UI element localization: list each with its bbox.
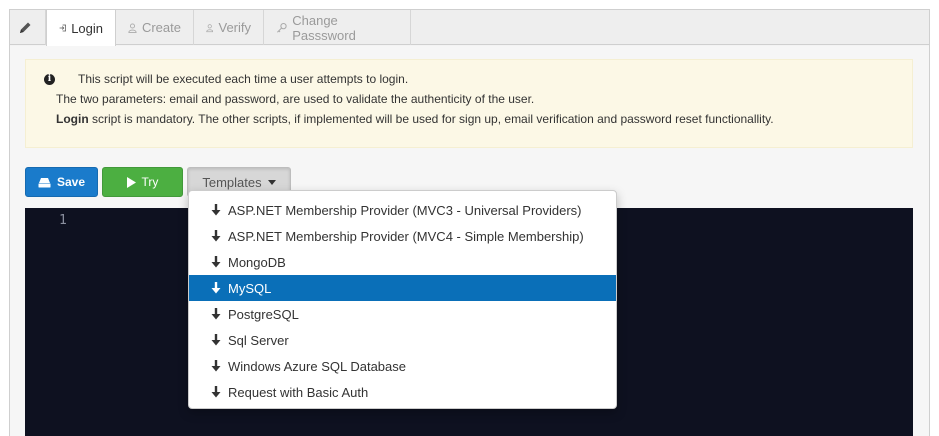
download-arrow-icon (211, 308, 221, 320)
notice-line-1: This script will be executed each time a… (78, 72, 409, 86)
menu-item-aspnet-mvc4[interactable]: ASP.NET Membership Provider (MVC4 - Simp… (189, 223, 616, 249)
tab-login-label: Login (71, 20, 103, 36)
play-icon (126, 176, 136, 188)
menu-item-label: MongoDB (228, 254, 286, 270)
menu-item-label: MySQL (228, 280, 272, 296)
tab-login[interactable]: Login (46, 10, 116, 46)
menu-item-label: Windows Azure SQL Database (228, 358, 406, 374)
menu-item-azure-sql[interactable]: Windows Azure SQL Database (189, 353, 616, 379)
tab-change-password[interactable]: Change Passsword (264, 10, 411, 45)
notice-line-3: Login script is mandatory. The other scr… (56, 109, 912, 129)
menu-item-aspnet-mvc3[interactable]: ASP.NET Membership Provider (MVC3 - Univ… (189, 197, 616, 223)
try-button[interactable]: Try (102, 167, 183, 197)
tab-change-password-label: Change Passsword (292, 12, 356, 43)
notice-login-bold: Login (56, 112, 89, 126)
save-button[interactable]: Save (25, 167, 98, 197)
key-icon (277, 22, 287, 33)
pencil-icon (19, 22, 30, 33)
tab-bar: Login Create Verify Change Passsword (10, 10, 929, 46)
download-arrow-icon (211, 386, 221, 398)
tab-verify-label: Verify (218, 20, 251, 35)
download-arrow-icon (211, 230, 221, 242)
menu-item-label: Request with Basic Auth (228, 384, 369, 400)
download-arrow-icon (211, 282, 221, 294)
menu-item-label: Sql Server (228, 332, 289, 348)
save-icon (38, 177, 51, 187)
download-arrow-icon (211, 256, 221, 268)
save-label: Save (56, 175, 86, 189)
info-icon: i (44, 74, 55, 85)
tab-create[interactable]: Create (116, 10, 194, 45)
menu-item-mongodb[interactable]: MongoDB (189, 249, 616, 275)
menu-item-postgresql[interactable]: PostgreSQL (189, 301, 616, 327)
menu-item-sql-server[interactable]: Sql Server (189, 327, 616, 353)
menu-item-label: PostgreSQL (228, 306, 299, 322)
download-arrow-icon (211, 360, 221, 372)
caret-down-icon (267, 179, 276, 185)
menu-item-mysql[interactable]: MySQL (189, 275, 616, 301)
download-arrow-icon (211, 334, 221, 346)
tab-verify[interactable]: Verify (194, 10, 264, 45)
notice-line-2: The two parameters: email and password, … (56, 92, 535, 106)
try-label: Try (141, 175, 159, 189)
tab-create-label: Create (141, 20, 181, 35)
tab-edit[interactable] (10, 10, 46, 45)
templates-menu: ASP.NET Membership Provider (MVC3 - Univ… (188, 190, 617, 409)
menu-item-basic-auth[interactable]: Request with Basic Auth (189, 379, 616, 405)
login-icon (59, 24, 66, 32)
user-icon (128, 22, 137, 33)
menu-item-label: ASP.NET Membership Provider (MVC3 - Univ… (228, 202, 582, 218)
menu-item-label: ASP.NET Membership Provider (MVC4 - Simp… (228, 228, 584, 244)
user-check-icon (206, 23, 214, 32)
notice-line-3-rest: script is mandatory. The other scripts, … (88, 112, 774, 126)
templates-label: Templates (202, 174, 262, 190)
info-notice: i This script will be executed each time… (25, 59, 913, 148)
line-number: 1 (59, 213, 67, 228)
download-arrow-icon (211, 204, 221, 216)
